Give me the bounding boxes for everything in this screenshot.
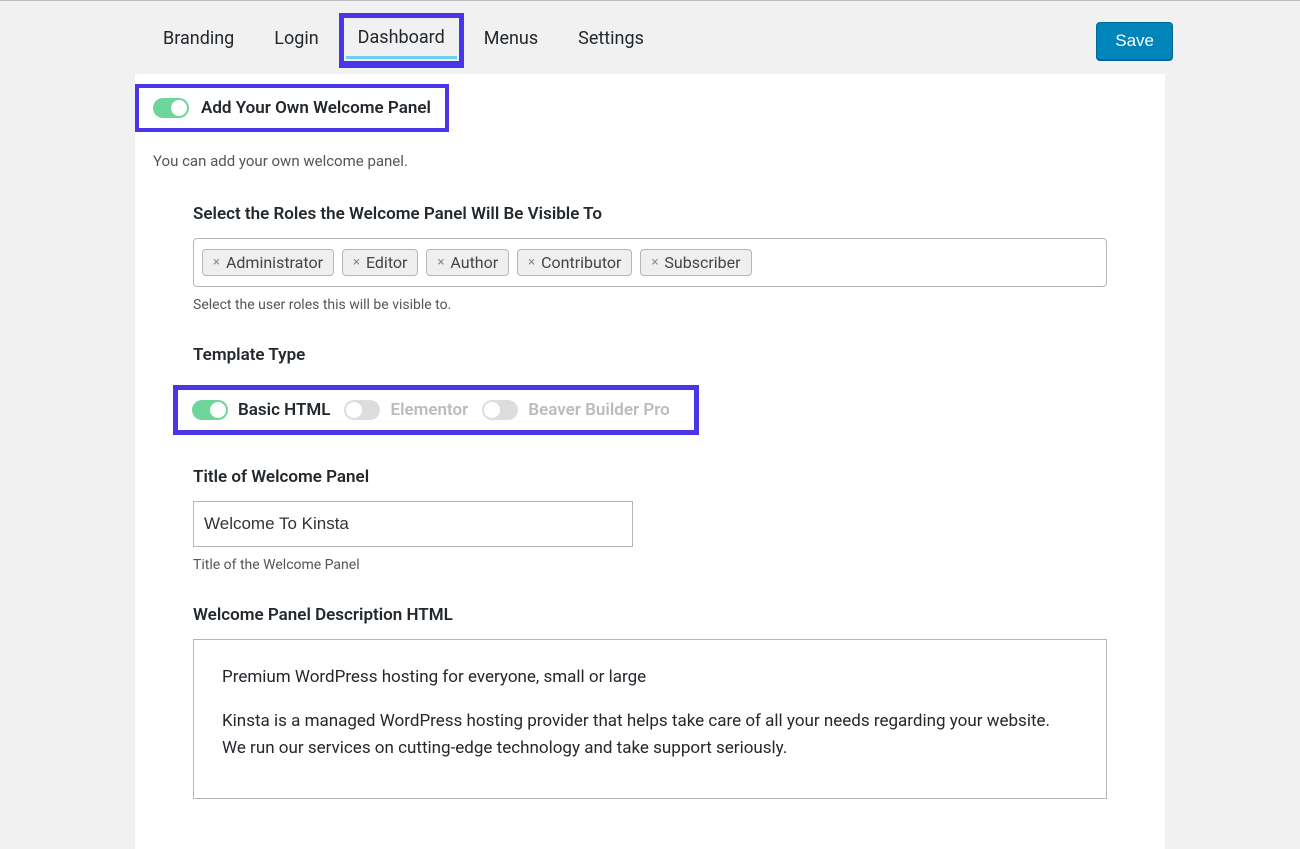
roles-input[interactable]: ×Administrator ×Editor ×Author ×Contribu…	[193, 238, 1107, 287]
role-chip-subscriber[interactable]: ×Subscriber	[640, 249, 751, 276]
template-basic-html-label: Basic HTML	[238, 400, 330, 420]
template-beaver-label: Beaver Builder Pro	[528, 400, 669, 420]
description-paragraph: Kinsta is a managed WordPress hosting pr…	[222, 708, 1078, 761]
template-elementor-toggle[interactable]	[344, 400, 380, 420]
welcome-panel-toggle[interactable]	[153, 98, 189, 118]
description-paragraph: Premium WordPress hosting for everyone, …	[222, 664, 1078, 690]
role-chip-author[interactable]: ×Author	[426, 249, 509, 276]
template-elementor-label: Elementor	[390, 400, 468, 420]
tab-dashboard[interactable]: Dashboard	[339, 13, 464, 68]
template-beaver-toggle[interactable]	[482, 400, 518, 420]
remove-icon[interactable]: ×	[528, 255, 535, 270]
tab-settings[interactable]: Settings	[558, 14, 664, 67]
title-of-welcome-panel-label: Title of Welcome Panel	[193, 467, 1107, 487]
welcome-panel-description-editor[interactable]: Premium WordPress hosting for everyone, …	[193, 639, 1107, 799]
role-chip-administrator[interactable]: ×Administrator	[202, 249, 334, 276]
roles-title: Select the Roles the Welcome Panel Will …	[193, 204, 1107, 224]
role-chip-contributor[interactable]: ×Contributor	[517, 249, 632, 276]
welcome-panel-toggle-row: Add Your Own Welcome Panel	[135, 84, 449, 132]
save-button[interactable]: Save	[1096, 22, 1173, 60]
tab-menus[interactable]: Menus	[464, 14, 558, 67]
template-type-options: Basic HTML Elementor Beaver Builder Pro	[173, 385, 699, 435]
tab-branding[interactable]: Branding	[143, 14, 254, 67]
remove-icon[interactable]: ×	[353, 255, 360, 270]
roles-help: Select the user roles this will be visib…	[193, 297, 1107, 313]
welcome-panel-toggle-label: Add Your Own Welcome Panel	[201, 98, 431, 118]
remove-icon[interactable]: ×	[651, 255, 658, 270]
tab-login[interactable]: Login	[254, 14, 338, 67]
welcome-panel-hint: You can add your own welcome panel.	[135, 132, 1165, 182]
template-basic-html-toggle[interactable]	[192, 400, 228, 420]
remove-icon[interactable]: ×	[213, 255, 220, 270]
remove-icon[interactable]: ×	[437, 255, 444, 270]
settings-tabs: Branding Login Dashboard Menus Settings …	[135, 1, 1165, 74]
role-chip-editor[interactable]: ×Editor	[342, 249, 418, 276]
panel-body: Add Your Own Welcome Panel You can add y…	[135, 74, 1165, 849]
template-type-title: Template Type	[193, 345, 1107, 365]
welcome-panel-description-label: Welcome Panel Description HTML	[193, 605, 1107, 625]
welcome-panel-title-input[interactable]	[193, 501, 633, 547]
welcome-panel-title-help: Title of the Welcome Panel	[193, 557, 1107, 573]
